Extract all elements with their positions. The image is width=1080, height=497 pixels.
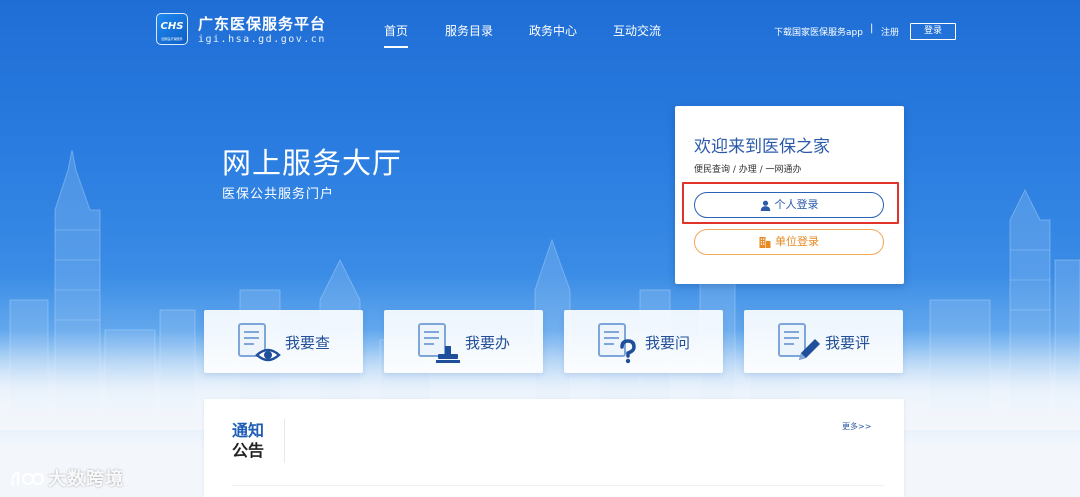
watermark-text: 大数跨境 [48, 469, 124, 490]
personal-login-button[interactable]: 个人登录 [694, 192, 884, 218]
logo-subtext: 国家医疗保障局 [161, 37, 183, 41]
personal-login-label: 个人登录 [774, 198, 819, 211]
notice-more-link[interactable]: 更多>> [842, 421, 871, 432]
notice-title-line2: 公告 [232, 441, 265, 460]
document-eye-icon [238, 323, 281, 362]
service-tile-evaluate[interactable]: 我要评 [744, 310, 903, 373]
site-title[interactable]: 广东医保服务平台 [198, 13, 326, 34]
unit-login-button[interactable]: 单位登录 [694, 229, 884, 255]
header-separator: | [870, 23, 874, 34]
nav-government-center[interactable]: 政务中心 [529, 22, 577, 39]
service-tile-evaluate-label: 我要评 [825, 334, 871, 352]
watermark: 大数跨境 [10, 465, 124, 491]
notice-title-line1: 通知 [232, 421, 265, 440]
notice-panel: 通知 公告 更多>> [204, 399, 904, 497]
notice-divider [284, 419, 285, 463]
document-pen-icon [778, 323, 820, 360]
service-tile-handle[interactable]: 我要办 [384, 310, 543, 373]
login-card-title: 欢迎来到医保之家 [694, 137, 830, 157]
hero-subtitle: 医保公共服务门户 [222, 187, 335, 202]
logo-text: CHS [160, 21, 184, 32]
user-icon [760, 200, 770, 211]
service-tile-ask-label: 我要问 [645, 334, 691, 352]
nav-service-catalog[interactable]: 服务目录 [445, 22, 493, 39]
notice-separator [232, 485, 884, 486]
watermark-logo-icon [11, 471, 44, 486]
document-stamp-icon [418, 323, 460, 363]
download-app-link[interactable]: 下载国家医保服务app [774, 25, 863, 38]
notice-title: 通知 公告 [232, 421, 272, 461]
header-login-button[interactable]: 登录 [910, 23, 956, 40]
register-link[interactable]: 注册 [881, 25, 899, 38]
service-tile-ask[interactable]: 我要问 [564, 310, 723, 373]
chs-logo[interactable]: CHS 国家医疗保障局 [156, 13, 188, 45]
building-icon [759, 237, 771, 248]
nav-home[interactable]: 首页 [384, 22, 409, 48]
hero-title: 网上服务大厅 [222, 146, 403, 180]
nav-interaction[interactable]: 互动交流 [613, 22, 661, 39]
service-tile-handle-label: 我要办 [465, 334, 511, 352]
unit-login-label: 单位登录 [775, 235, 819, 248]
login-card-description: 便民查询 / 办理 / 一网通办 [694, 165, 802, 175]
login-card: 欢迎来到医保之家 便民查询 / 办理 / 一网通办 个人登录 单位登录 [675, 106, 904, 284]
top-header: CHS 国家医疗保障局 广东医保服务平台 igi.hsa.gd.gov.cn 首… [0, 0, 1080, 60]
service-tile-query-label: 我要查 [285, 334, 331, 352]
document-question-icon [598, 323, 636, 364]
service-tile-query[interactable]: 我要查 [204, 310, 363, 373]
site-domain: igi.hsa.gd.gov.cn [198, 34, 326, 45]
